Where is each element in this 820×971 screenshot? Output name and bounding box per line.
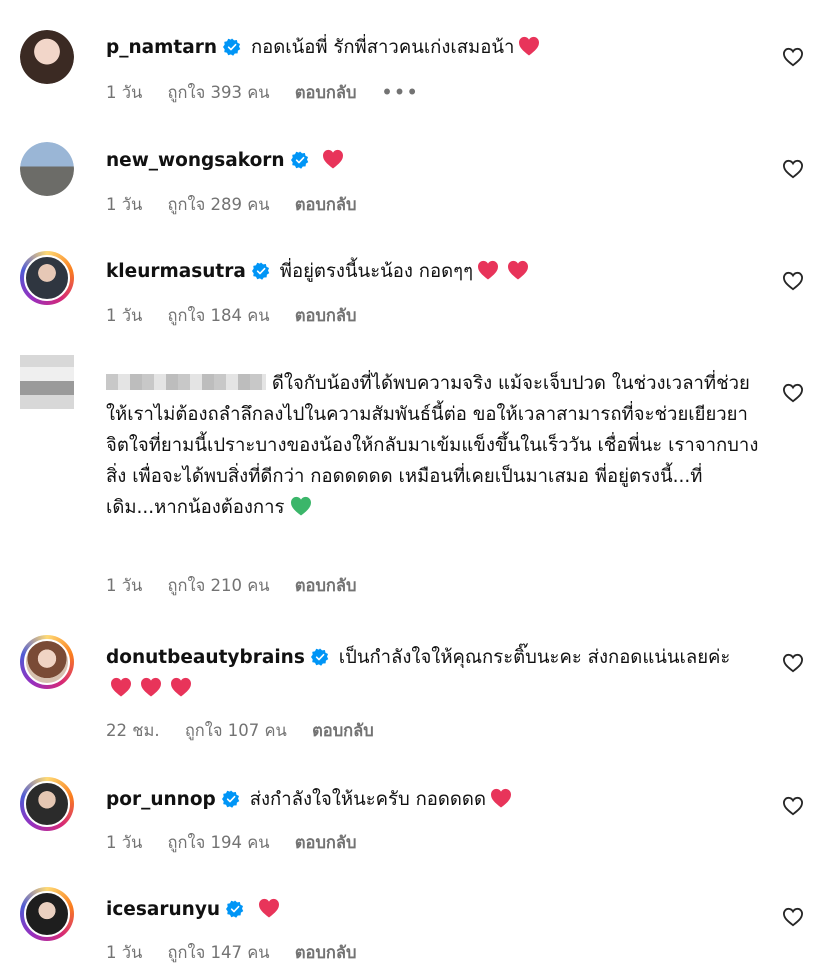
username[interactable]: por_unnop: [106, 789, 216, 810]
comment-time: 1 วัน: [106, 833, 143, 852]
username[interactable]: icesarunyu: [106, 899, 220, 920]
heart-outline-icon[interactable]: [782, 47, 804, 67]
reply-button[interactable]: ตอบกลับ: [295, 833, 357, 852]
username[interactable]: donutbeautybrains: [106, 647, 305, 668]
more-options-icon[interactable]: •••: [382, 83, 420, 102]
avatar[interactable]: [20, 355, 74, 409]
username[interactable]: p_namtarn: [106, 37, 217, 58]
red-heart-emoji: [170, 677, 192, 697]
like-count[interactable]: ถูกใจ 210 คน: [168, 576, 270, 595]
reply-button[interactable]: ตอบกลับ: [295, 306, 357, 325]
comment-time: 1 วัน: [106, 83, 143, 102]
avatar[interactable]: [20, 635, 74, 689]
username-blurred[interactable]: [106, 374, 266, 390]
verified-badge-icon: [222, 790, 240, 808]
reply-button[interactable]: ตอบกลับ: [312, 721, 374, 740]
comment-meta: 1 วัน ถูกใจ 194 คน ตอบกลับ: [106, 830, 377, 856]
like-count[interactable]: ถูกใจ 289 คน: [168, 195, 270, 214]
heart-outline-icon[interactable]: [782, 383, 804, 403]
like-count[interactable]: ถูกใจ 107 คน: [185, 721, 287, 740]
like-count[interactable]: ถูกใจ 194 คน: [168, 833, 270, 852]
comment-meta: 1 วัน ถูกใจ 289 คน ตอบกลับ: [106, 192, 377, 218]
green-heart-emoji: [290, 496, 312, 516]
comment-time: 1 วัน: [106, 306, 143, 325]
reply-button[interactable]: ตอบกลับ: [295, 943, 357, 962]
comment-time: 22 ชม.: [106, 721, 160, 740]
verified-badge-icon: [226, 900, 244, 918]
comment-text: พี่อยู่ตรงนี้นะน้อง กอดๆๆ: [279, 261, 474, 282]
red-heart-emoji: [322, 149, 344, 169]
comment-text: ดีใจกับน้องที่ได้พบความจริง แม้จะเจ็บปวด…: [106, 373, 759, 518]
heart-outline-icon[interactable]: [782, 907, 804, 927]
comment-time: 1 วัน: [106, 576, 143, 595]
heart-outline-icon[interactable]: [782, 796, 804, 816]
username[interactable]: kleurmasutra: [106, 261, 246, 282]
like-count[interactable]: ถูกใจ 147 คน: [168, 943, 270, 962]
comment-text: เป็นกำลังใจให้คุณกระติ๊บนะคะ ส่งกอดแน่นเ…: [338, 647, 731, 668]
like-count[interactable]: ถูกใจ 184 คน: [168, 306, 270, 325]
red-heart-emoji: [140, 677, 162, 697]
comment-text: กอดเน้อพี่ รักพี่สาวคนเก่งเสมอน้า: [250, 37, 515, 58]
reply-button[interactable]: ตอบกลับ: [295, 83, 357, 102]
verified-badge-icon: [223, 38, 241, 56]
red-heart-emoji: [507, 260, 529, 280]
heart-outline-icon[interactable]: [782, 271, 804, 291]
heart-outline-icon[interactable]: [782, 159, 804, 179]
comment-time: 1 วัน: [106, 943, 143, 962]
verified-badge-icon: [311, 648, 329, 666]
verified-badge-icon: [252, 262, 270, 280]
comment-meta: 1 วัน ถูกใจ 184 คน ตอบกลับ: [106, 303, 377, 329]
comment-meta: 1 วัน ถูกใจ 210 คน ตอบกลับ: [106, 573, 377, 599]
reply-button[interactable]: ตอบกลับ: [295, 195, 357, 214]
red-heart-emoji: [477, 260, 499, 280]
comment-meta: 22 ชม. ถูกใจ 107 คน ตอบกลับ: [106, 718, 394, 744]
red-heart-emoji: [258, 898, 280, 918]
red-heart-emoji: [518, 36, 540, 56]
red-heart-emoji: [110, 677, 132, 697]
red-heart-emoji: [490, 788, 512, 808]
heart-outline-icon[interactable]: [782, 653, 804, 673]
avatar[interactable]: [20, 30, 74, 84]
avatar[interactable]: [20, 251, 74, 305]
comment-meta: 1 วัน ถูกใจ 393 คน ตอบกลับ •••: [106, 80, 439, 106]
comment-text: ส่งกำลังใจให้นะครับ กอดดดด: [249, 789, 486, 810]
avatar[interactable]: [20, 142, 74, 196]
avatar[interactable]: [20, 777, 74, 831]
username[interactable]: new_wongsakorn: [106, 150, 285, 171]
comment-meta: 1 วัน ถูกใจ 147 คน ตอบกลับ: [106, 940, 377, 966]
avatar[interactable]: [20, 887, 74, 941]
reply-button[interactable]: ตอบกลับ: [295, 576, 357, 595]
like-count[interactable]: ถูกใจ 393 คน: [168, 83, 270, 102]
verified-badge-icon: [291, 151, 309, 169]
comment-time: 1 วัน: [106, 195, 143, 214]
